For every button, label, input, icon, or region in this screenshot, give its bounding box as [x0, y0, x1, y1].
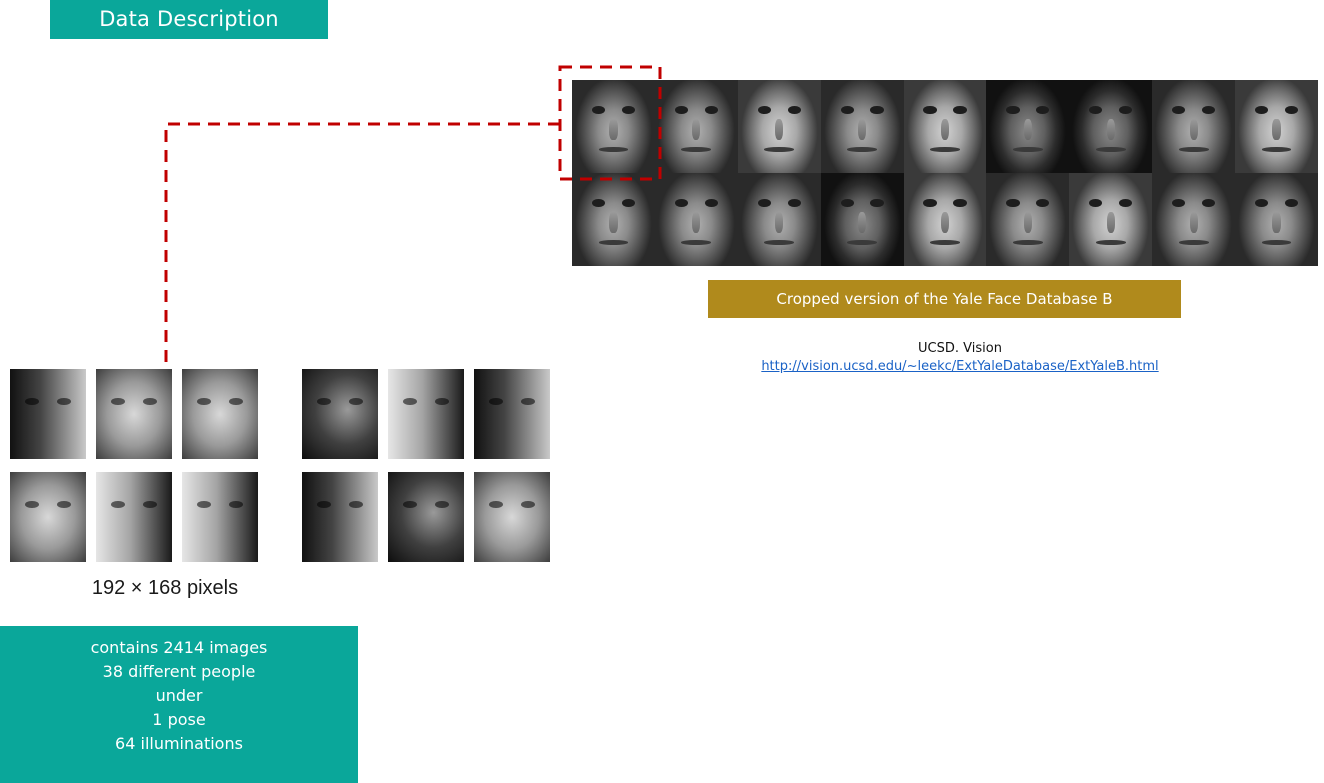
credit-org: UCSD. Vision — [918, 341, 1002, 356]
stat-line: 38 different people — [102, 662, 256, 681]
illumination-image — [96, 369, 172, 459]
illumination-image — [182, 472, 258, 562]
illumination-image — [10, 472, 86, 562]
stat-line: under — [155, 686, 203, 705]
dataset-caption: Cropped version of the Yale Face Databas… — [708, 280, 1181, 318]
connector-dashed-path — [164, 122, 560, 366]
stat-line: contains 2414 images — [90, 638, 268, 657]
illumination-image — [388, 472, 464, 562]
credit-block: UCSD. Vision http://vision.ucsd.edu/~lee… — [700, 340, 1220, 376]
illumination-image — [302, 369, 378, 459]
illumination-image — [182, 369, 258, 459]
highlight-dashed-box — [558, 65, 662, 181]
stats-box: contains 2414 images 38 different people… — [0, 626, 358, 783]
image-size-label: 192 × 168 pixels — [91, 577, 239, 599]
illumination-image — [302, 472, 378, 562]
illumination-image — [96, 472, 172, 562]
stat-line: 64 illuminations — [115, 734, 243, 753]
credit-link[interactable]: http://vision.ucsd.edu/~leekc/ExtYaleDat… — [761, 359, 1158, 374]
illumination-grid-left — [10, 369, 258, 562]
illumination-grid-right — [302, 369, 550, 562]
stat-line: 1 pose — [152, 710, 206, 729]
illumination-image — [474, 369, 550, 459]
illumination-image — [474, 472, 550, 562]
illumination-image — [10, 369, 86, 459]
illumination-image — [388, 369, 464, 459]
